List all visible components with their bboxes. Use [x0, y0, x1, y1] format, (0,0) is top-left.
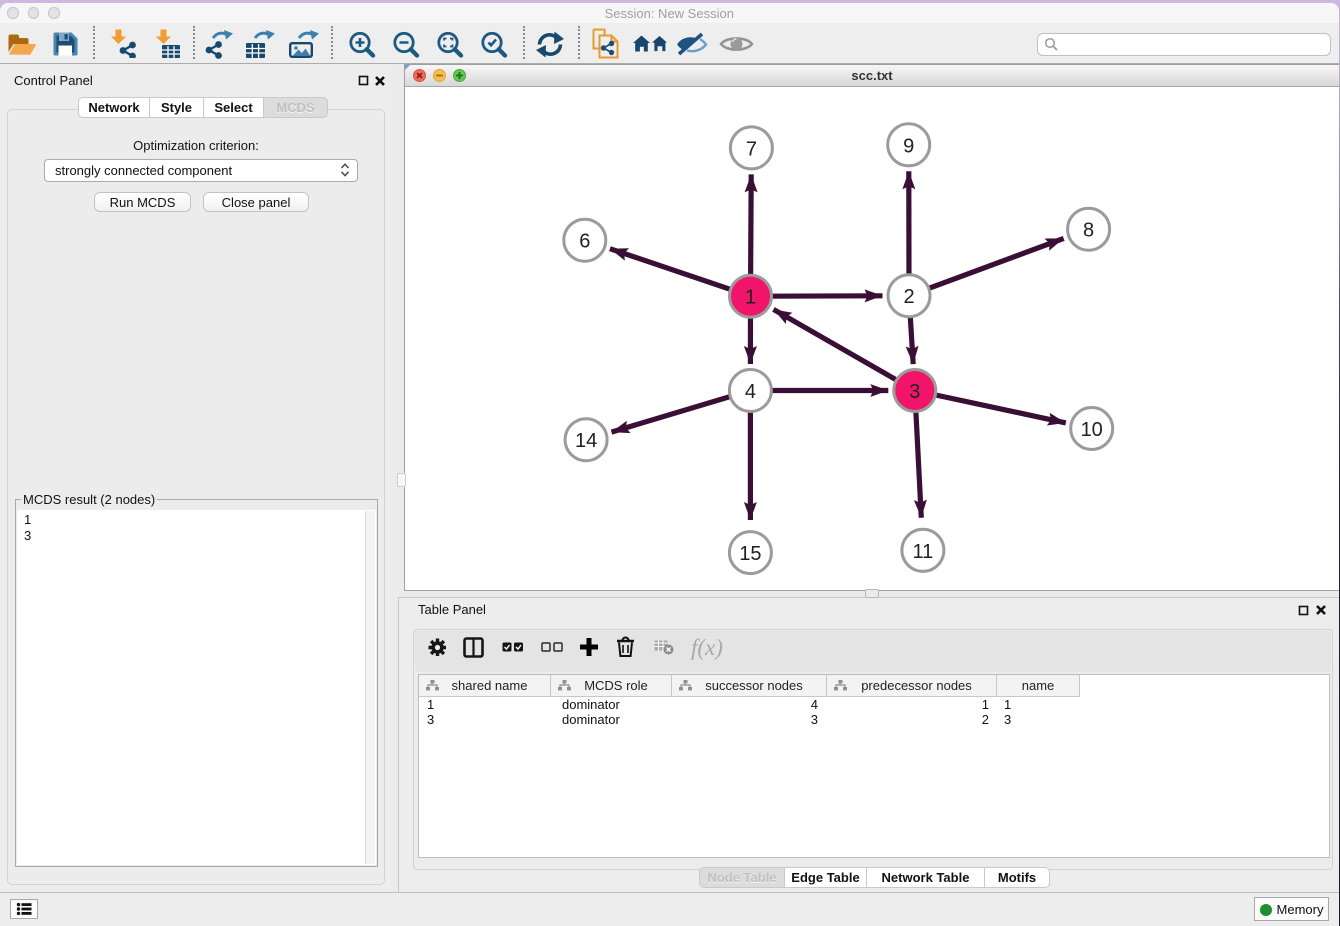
svg-text:7: 7 — [746, 138, 757, 160]
svg-text:3: 3 — [909, 381, 920, 403]
svg-text:8: 8 — [1083, 220, 1094, 242]
svg-text:14: 14 — [575, 430, 597, 452]
svg-text:15: 15 — [739, 543, 761, 565]
svg-text:9: 9 — [903, 135, 914, 157]
svg-text:1: 1 — [745, 287, 756, 309]
svg-text:2: 2 — [903, 286, 914, 308]
svg-text:6: 6 — [579, 231, 590, 253]
svg-text:10: 10 — [1081, 419, 1103, 441]
svg-text:4: 4 — [745, 381, 756, 403]
svg-text:11: 11 — [913, 541, 934, 563]
